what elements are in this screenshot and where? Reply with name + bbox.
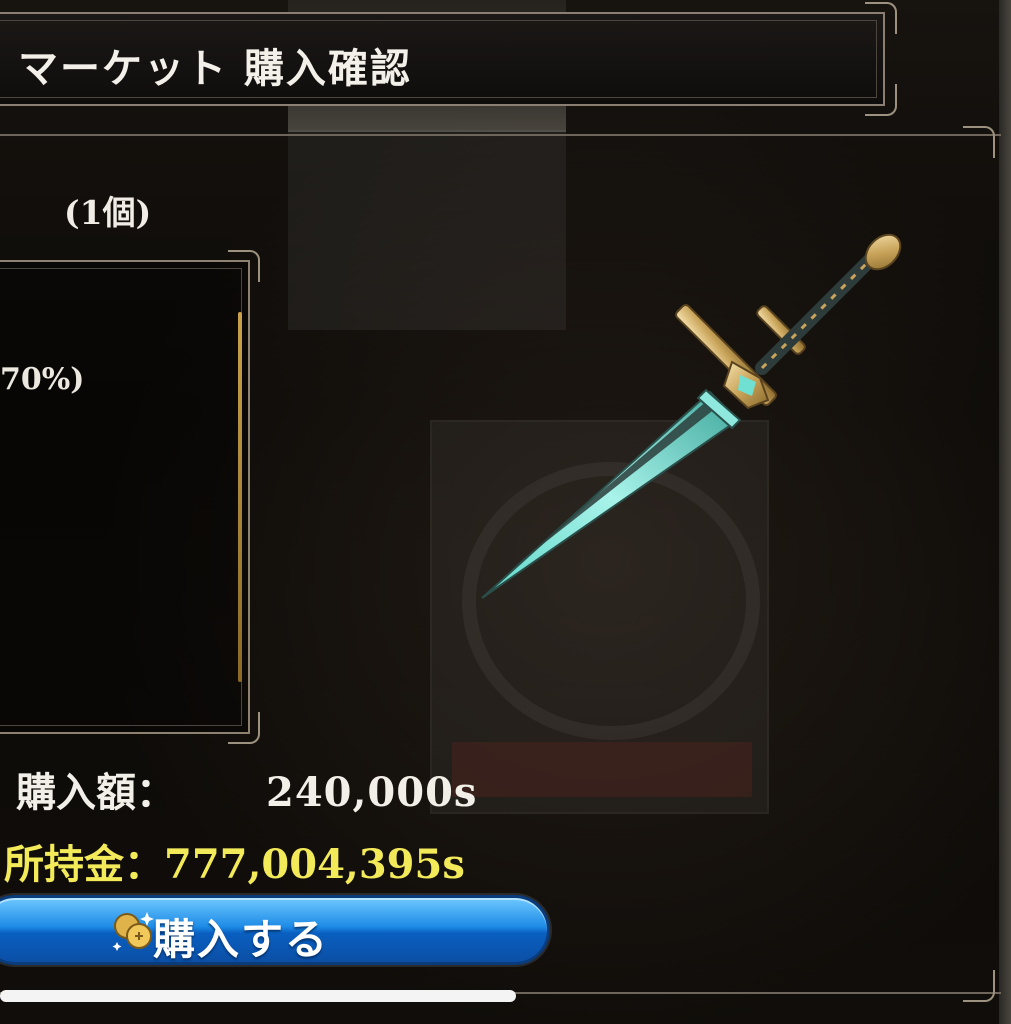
- price-label: 購入額：: [16, 769, 176, 816]
- buy-button[interactable]: 購入する: [0, 895, 550, 965]
- money-row: 所持金：777,004,395s: [4, 832, 465, 890]
- money-value: 777,004,395s: [164, 841, 465, 888]
- sword-item-image: [481, 233, 902, 599]
- item-description-box[interactable]: [0, 250, 260, 744]
- frame-ornament: [963, 970, 995, 1002]
- description-scrollbar[interactable]: [238, 312, 242, 682]
- frame-ornament: [963, 126, 995, 158]
- scroll-indicator[interactable]: [0, 990, 516, 1002]
- frame-ornament: [228, 712, 260, 744]
- frame-ornament: [228, 250, 260, 282]
- money-label: 所持金：: [4, 841, 164, 888]
- header-bar: マーケット 購入確認: [0, 2, 897, 116]
- coin-icon: [112, 912, 154, 951]
- buy-button-label: 購入する: [153, 915, 330, 964]
- page-title: マーケット 購入確認: [18, 46, 412, 92]
- price-row: 購入額： 240,000s: [16, 760, 477, 818]
- frame-ornament: [865, 84, 897, 116]
- item-description-text: 70%): [0, 362, 85, 397]
- frame-ornament: [865, 2, 897, 34]
- item-quantity: (1個): [64, 193, 152, 232]
- price-value: 240,000s: [266, 769, 478, 816]
